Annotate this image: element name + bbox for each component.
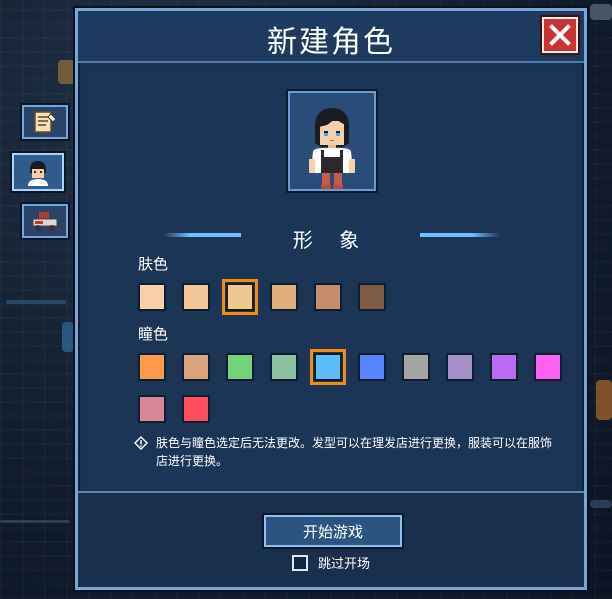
vehicle-icon: [32, 212, 58, 231]
character-portrait: [288, 91, 376, 191]
notice-text: 肤色与瞳色选定后无法更改。发型可以在理发店进行更换，服装可以在服饰店进行更换。: [156, 436, 553, 468]
side-tab-vehicle[interactable]: [22, 204, 68, 238]
dialog-title: 新建角色: [267, 25, 395, 60]
eye-color-swatch[interactable]: [138, 353, 166, 381]
skip-intro-label: 跳过开场: [318, 557, 371, 572]
close-icon: [549, 24, 571, 46]
eye-color-swatch[interactable]: [490, 353, 518, 381]
skin-color-swatch[interactable]: [270, 283, 298, 311]
eye-color-swatch[interactable]: [534, 353, 562, 381]
close-button[interactable]: [542, 17, 578, 53]
dialog-titlebar: 新建角色: [78, 11, 584, 63]
eye-color-swatch[interactable]: [226, 353, 254, 381]
start-game-button[interactable]: 开始游戏: [264, 515, 402, 547]
skin-color-label: 肤色: [138, 255, 169, 273]
side-tab-quests[interactable]: [22, 105, 68, 139]
skin-color-picker: [138, 279, 568, 315]
eye-color-swatch[interactable]: [358, 353, 386, 381]
eye-color-swatch[interactable]: [310, 349, 346, 385]
skin-color-swatch[interactable]: [358, 283, 386, 311]
warning-diamond-icon: [134, 436, 148, 450]
eye-color-picker: [138, 349, 568, 423]
dialog-footer: 开始游戏 跳过开场: [78, 493, 584, 587]
eye-color-swatch[interactable]: [138, 395, 166, 423]
eye-color-swatch[interactable]: [182, 395, 210, 423]
quest-scroll-icon: [34, 111, 57, 133]
eye-color-swatch[interactable]: [446, 353, 474, 381]
side-tab-character[interactable]: [12, 153, 64, 191]
character-sprite: [309, 108, 355, 189]
skin-color-swatch[interactable]: [222, 279, 258, 315]
eye-color-swatch[interactable]: [402, 353, 430, 381]
eye-color-swatch[interactable]: [270, 353, 298, 381]
eye-color-swatch[interactable]: [182, 353, 210, 381]
skin-color-swatch[interactable]: [314, 283, 342, 311]
skin-color-swatch[interactable]: [182, 283, 210, 311]
new-character-dialog: 新建角色 形 象 肤色 瞳色 肤色与瞳色选定后无法更改。发型可以在理发店进行更换…: [75, 8, 587, 590]
skip-intro-option[interactable]: 跳过开场: [292, 553, 370, 572]
character-avatar-icon: [28, 161, 48, 186]
skin-color-swatch[interactable]: [138, 283, 166, 311]
skip-intro-checkbox[interactable]: [292, 554, 308, 571]
eye-color-label: 瞳色: [138, 325, 169, 343]
section-title: 形 象: [292, 228, 370, 252]
